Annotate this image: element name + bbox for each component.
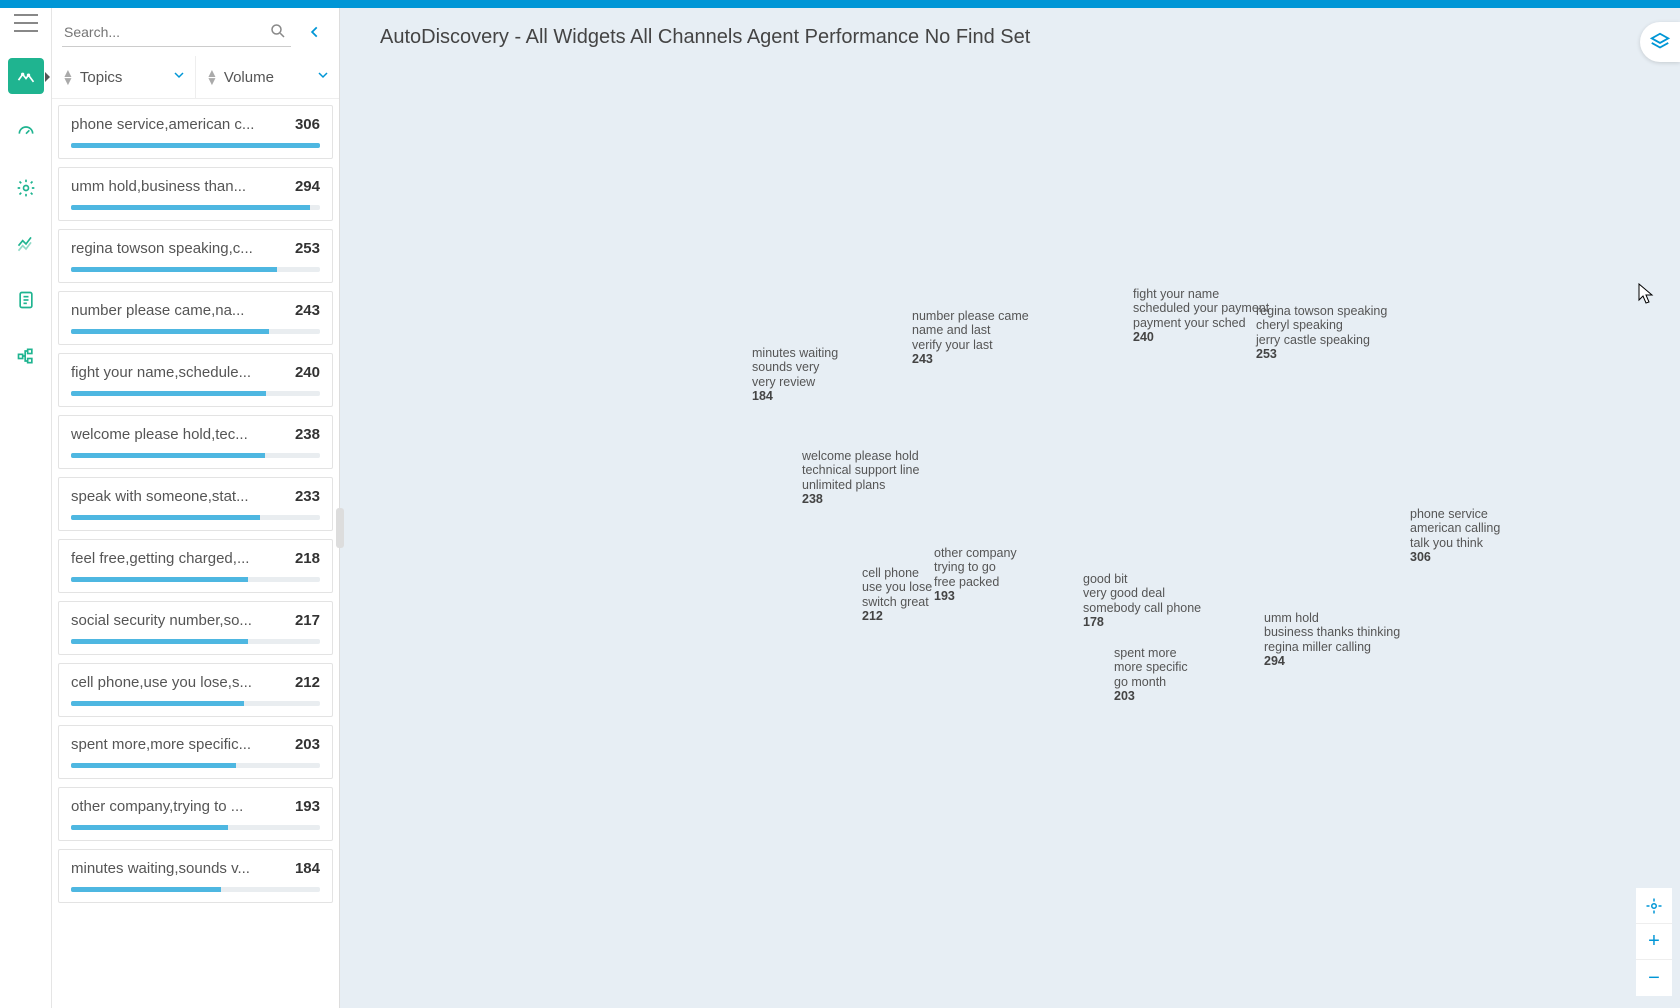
topic-item[interactable]: welcome please hold,tec... 238 <box>58 415 333 469</box>
topic-label: welcome please hold,tec... <box>71 426 287 443</box>
metric-dropdown[interactable]: ▲▼ Volume <box>195 56 339 98</box>
topic-value: 203 <box>295 736 320 753</box>
cluster-label: fight your namescheduled your paymentpay… <box>1133 287 1269 345</box>
cluster-label: number please camename and lastverify yo… <box>912 309 1029 367</box>
category-label: Topics <box>80 69 123 86</box>
topic-bar <box>71 329 320 334</box>
resize-handle[interactable] <box>336 508 344 548</box>
topic-item[interactable]: social security number,so... 217 <box>58 601 333 655</box>
zoom-in-button[interactable]: + <box>1636 924 1672 960</box>
topic-value: 238 <box>295 426 320 443</box>
nav-settings[interactable] <box>8 170 44 206</box>
topic-item[interactable]: feel free,getting charged,... 218 <box>58 539 333 593</box>
topic-label: phone service,american c... <box>71 116 287 133</box>
topic-bar <box>71 391 320 396</box>
topics-sidebar: ▲▼ Topics ▲▼ Volume phone service,american… <box>52 8 340 1008</box>
topic-label: regina towson speaking,c... <box>71 240 287 257</box>
topic-bar <box>71 577 320 582</box>
topic-bar <box>71 143 320 148</box>
topic-value: 240 <box>295 364 320 381</box>
topic-bar <box>71 701 320 706</box>
zoom-out-button[interactable]: − <box>1636 960 1672 996</box>
cluster-label: welcome please holdtechnical support lin… <box>802 449 919 507</box>
recenter-button[interactable] <box>1636 888 1672 924</box>
cluster-label: cell phoneuse you loseswitch great212 <box>862 566 932 624</box>
cluster-label: umm holdbusiness thanks thinkingregina m… <box>1264 611 1400 669</box>
cluster-label: phone serviceamerican callingtalk you th… <box>1410 507 1500 565</box>
chevron-down-icon <box>317 68 329 86</box>
nav-hierarchy[interactable] <box>8 338 44 374</box>
nav-trends[interactable] <box>8 226 44 262</box>
menu-icon[interactable] <box>14 14 38 32</box>
cursor-icon <box>1638 283 1654 305</box>
topic-value: 184 <box>295 860 320 877</box>
network-graph[interactable] <box>340 8 640 158</box>
metric-label: Volume <box>224 69 274 86</box>
cluster-label: spent moremore specificgo month203 <box>1114 646 1188 704</box>
topic-item[interactable]: fight your name,schedule... 240 <box>58 353 333 407</box>
category-dropdown[interactable]: ▲▼ Topics <box>52 56 195 98</box>
topic-bar <box>71 887 320 892</box>
nav-reports[interactable] <box>8 282 44 318</box>
topic-label: number please came,na... <box>71 302 287 319</box>
sort-icon: ▲▼ <box>206 69 218 85</box>
topic-item[interactable]: regina towson speaking,c... 253 <box>58 229 333 283</box>
graph-panel[interactable]: AutoDiscovery - All Widgets All Channels… <box>340 8 1680 1008</box>
cluster-label: other companytrying to gofree packed193 <box>934 546 1017 604</box>
topic-bar <box>71 267 320 272</box>
chevron-down-icon <box>173 68 185 86</box>
nav-dashboard[interactable] <box>8 114 44 150</box>
topic-value: 193 <box>295 798 320 815</box>
nav-discovery[interactable] <box>8 58 44 94</box>
topic-label: social security number,so... <box>71 612 287 629</box>
topic-value: 217 <box>295 612 320 629</box>
topic-bar <box>71 825 320 830</box>
topic-bar <box>71 453 320 458</box>
topic-item[interactable]: speak with someone,stat... 233 <box>58 477 333 531</box>
topic-label: spent more,more specific... <box>71 736 287 753</box>
topic-item[interactable]: spent more,more specific... 203 <box>58 725 333 779</box>
topic-label: feel free,getting charged,... <box>71 550 287 567</box>
cluster-label: regina towson speakingcheryl speakingjer… <box>1256 304 1387 362</box>
topic-value: 233 <box>295 488 320 505</box>
cluster-label: good bitvery good dealsomebody call phon… <box>1083 572 1201 630</box>
app-top-bar <box>0 0 1680 8</box>
topic-value: 212 <box>295 674 320 691</box>
topic-bar <box>71 515 320 520</box>
layers-button[interactable] <box>1640 22 1680 62</box>
topic-item[interactable]: number please came,na... 243 <box>58 291 333 345</box>
topic-item[interactable]: minutes waiting,sounds v... 184 <box>58 849 333 903</box>
sort-icon: ▲▼ <box>62 69 74 85</box>
topic-bar <box>71 763 320 768</box>
topic-value: 306 <box>295 116 320 133</box>
cluster-label: minutes waitingsounds veryvery review184 <box>752 346 838 404</box>
topic-label: umm hold,business than... <box>71 178 287 195</box>
topic-bar <box>71 639 320 644</box>
topic-label: fight your name,schedule... <box>71 364 287 381</box>
topic-item[interactable]: umm hold,business than... 294 <box>58 167 333 221</box>
topic-label: minutes waiting,sounds v... <box>71 860 287 877</box>
topic-value: 243 <box>295 302 320 319</box>
topic-item[interactable]: cell phone,use you lose,s... 212 <box>58 663 333 717</box>
search-icon <box>269 22 287 45</box>
topic-value: 253 <box>295 240 320 257</box>
topic-value: 218 <box>295 550 320 567</box>
nav-rail <box>0 8 52 1008</box>
topic-value: 294 <box>295 178 320 195</box>
topic-label: cell phone,use you lose,s... <box>71 674 287 691</box>
search-field[interactable] <box>62 18 291 47</box>
topic-list[interactable]: phone service,american c... 306 umm hold,b… <box>52 99 339 1008</box>
topic-item[interactable]: phone service,american c... 306 <box>58 105 333 159</box>
zoom-controls: + − <box>1636 888 1672 996</box>
topic-bar <box>71 205 320 210</box>
topic-label: other company,trying to ... <box>71 798 287 815</box>
search-input[interactable] <box>62 18 291 46</box>
topic-item[interactable]: other company,trying to ... 193 <box>58 787 333 841</box>
collapse-sidebar-button[interactable] <box>297 14 333 50</box>
topic-label: speak with someone,stat... <box>71 488 287 505</box>
